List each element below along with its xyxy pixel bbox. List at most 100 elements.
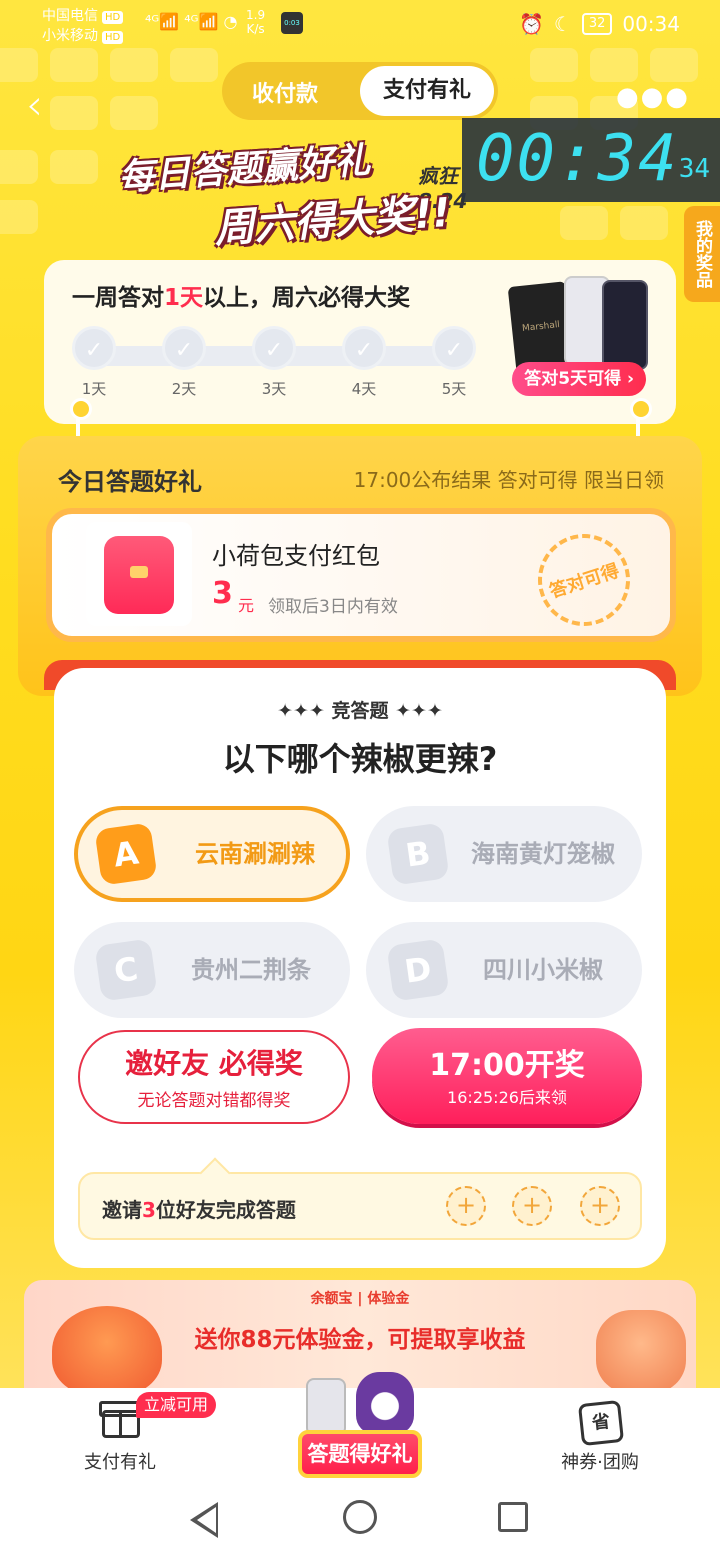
invite-progress-row: 邀请3位好友完成答题 + + + [78,1172,642,1240]
option-text: 贵州二荆条 [191,956,311,984]
option-d[interactable]: D 四川小米椒 [366,922,642,1018]
floating-clock-app-icon: 0:03 [281,12,303,34]
check-icon: ✓ [342,326,386,370]
invite-row-count: 3 [142,1198,156,1222]
lottery-countdown: 16:25:26后来领 [447,1088,567,1107]
signal-icon: ⁴ᴳ📶 ⁴ᴳ📶 ◔ [145,12,238,31]
nav-home-icon[interactable] [343,1500,377,1534]
day-item: ✓ 5天 [432,326,476,399]
day-label: 2天 [171,380,197,398]
tab-payment[interactable]: 收付款 [252,76,318,108]
kuromi-doll-image [356,1372,414,1434]
option-letter: B [386,822,450,886]
day-progress: ✓ 1天 ✓ 2天 ✓ 3天 ✓ 4天 ✓ 5天 [72,326,476,416]
quiz-question: 以下哪个辣椒更辣? [222,740,498,778]
my-prizes-tab[interactable]: 我的奖品 [684,206,720,302]
envelope-shape [104,536,174,614]
center-tab-image [290,1372,430,1436]
weekly-title-highlight: 1天 [164,285,204,311]
carrier-1: 中国电信 [42,8,98,24]
option-c[interactable]: C 贵州二荆条 [74,922,350,1018]
option-text: 云南涮涮辣 [195,840,315,868]
check-icon: ✓ [432,326,476,370]
red-envelope-icon [86,522,192,626]
option-text: 海南黄灯笼椒 [471,840,615,868]
tab-label: 支付有礼 [84,1452,156,1473]
battery-icon: 32 [581,13,613,35]
nav-recents-icon[interactable] [498,1502,528,1532]
gift-amount: 3 [212,576,233,611]
phone-image-2 [602,280,648,370]
promo-brand: 余额宝 | 体验金 [310,1291,410,1307]
speed-unit: K/s [246,22,265,36]
answer-correct-stamp: 答对可得 [526,522,642,638]
weekly-challenge-card: 一周答对1天以上，周六必得大奖 ✓ 1天 ✓ 2天 ✓ 3天 ✓ 4天 ✓ 5天 Mars… [44,260,676,424]
option-letter: D [386,938,450,1002]
weekly-title-prefix: 一周答对 [72,285,164,311]
invite-title: 邀好友 必得奖 [125,1047,303,1080]
promo-main-text: 送你88元体验金，可提取享收益 [194,1327,526,1353]
hd-badge: HD [102,11,124,24]
invite-progress-text: 邀请3位好友完成答题 [102,1194,296,1223]
day-label: 5天 [441,380,467,398]
option-text: 四川小米椒 [483,956,603,984]
discount-badge: 立减可用 [136,1392,217,1418]
grand-prize-image[interactable]: Marshall [507,274,648,374]
clock-big: 00:34 [476,122,679,196]
more-icon[interactable]: ●●● [616,82,690,112]
today-gift-note: 17:00公布结果 答对可得 限当日领 [353,468,664,492]
check-icon: ✓ [252,326,296,370]
system-nav-bar [0,1480,720,1560]
add-friend-slot-icon[interactable]: + [446,1186,486,1226]
option-letter: C [94,938,158,1002]
option-a[interactable]: A 云南涮涮辣 [74,806,350,902]
phone-image [306,1378,346,1436]
weekly-title-suffix: 以上，周六必得大奖 [203,285,411,311]
tab-label: 神券·团购 [561,1452,639,1473]
invite-subtitle: 无论答题对错都得奖 [137,1091,291,1111]
nav-back-icon[interactable] [190,1502,218,1538]
five-day-prize-badge[interactable]: 答对5天可得 › [512,362,646,396]
option-letter: A [94,822,158,886]
moon-icon: ☾ [553,12,572,36]
chevron-left-icon[interactable]: ‹ [26,80,43,129]
tab-quiz-rewards[interactable]: 答题得好礼 [298,1430,422,1478]
status-bar: 中国电信 HD 小米移动 HD ⁴ᴳ📶 ⁴ᴳ📶 ◔ 1.9 K/s 0:03 ⏰ ☾… [0,0,720,52]
day-item: ✓ 2天 [162,326,206,399]
invite-row-prefix: 邀请 [102,1198,142,1222]
day-item: ✓ 4天 [342,326,386,399]
carrier-2: 小米移动 [42,28,98,44]
hd-badge-2: HD [102,31,124,44]
day-item: ✓ 3天 [252,326,296,399]
check-icon: ✓ [162,326,206,370]
network-speed: 1.9 K/s [246,8,265,36]
quiz-tag: ✦✦✦ 竞答题 ✦✦✦ [277,700,443,722]
save-coupon-icon: 省 [577,1399,625,1447]
add-friend-slot-icon[interactable]: + [580,1186,620,1226]
day-label: 1天 [81,380,107,398]
clock-seconds: 34 [678,154,710,184]
quiz-card: ✦✦✦ 竞答题 ✦✦✦ 以下哪个辣椒更辣? A 云南涮涮辣 B 海南黄灯笼椒 C… [54,668,666,1268]
red-packet-gift-card[interactable]: 小荷包支付红包 3 元 领取后3日内有效 答对可得 [46,508,676,642]
floating-clock-overlay[interactable]: 00:34 34 [462,118,720,202]
add-friend-slot-icon[interactable]: + [512,1186,552,1226]
tab-pay-rewards[interactable]: 支付有礼 [360,66,494,116]
invite-friends-button[interactable]: 邀好友 必得奖 无论答题对错都得奖 [78,1030,350,1124]
lottery-time-button[interactable]: 17:00开奖 16:25:26后来领 [372,1028,642,1124]
day-label: 3天 [261,380,287,398]
weekly-title: 一周答对1天以上，周六必得大奖 [72,278,410,312]
status-right: ⏰ ☾ 32 00:34 [519,12,680,36]
day-label: 4天 [351,380,377,398]
alarm-icon: ⏰ [518,12,544,36]
lottery-time: 17:00开奖 [429,1048,585,1083]
invite-row-suffix: 位好友完成答题 [155,1198,296,1222]
status-time: 00:34 [622,12,680,36]
day-item: ✓ 1天 [72,326,116,399]
today-gift-title: 今日答题好礼 [58,468,202,496]
carrier-info: 中国电信 HD 小米移动 HD [42,6,124,46]
gift-unit: 元 [238,596,255,615]
speed-value: 1.9 [246,8,266,22]
mode-toggle: 收付款 支付有礼 [222,62,498,120]
option-b[interactable]: B 海南黄灯笼椒 [366,806,642,902]
gift-validity: 领取后3日内有效 [268,597,398,617]
